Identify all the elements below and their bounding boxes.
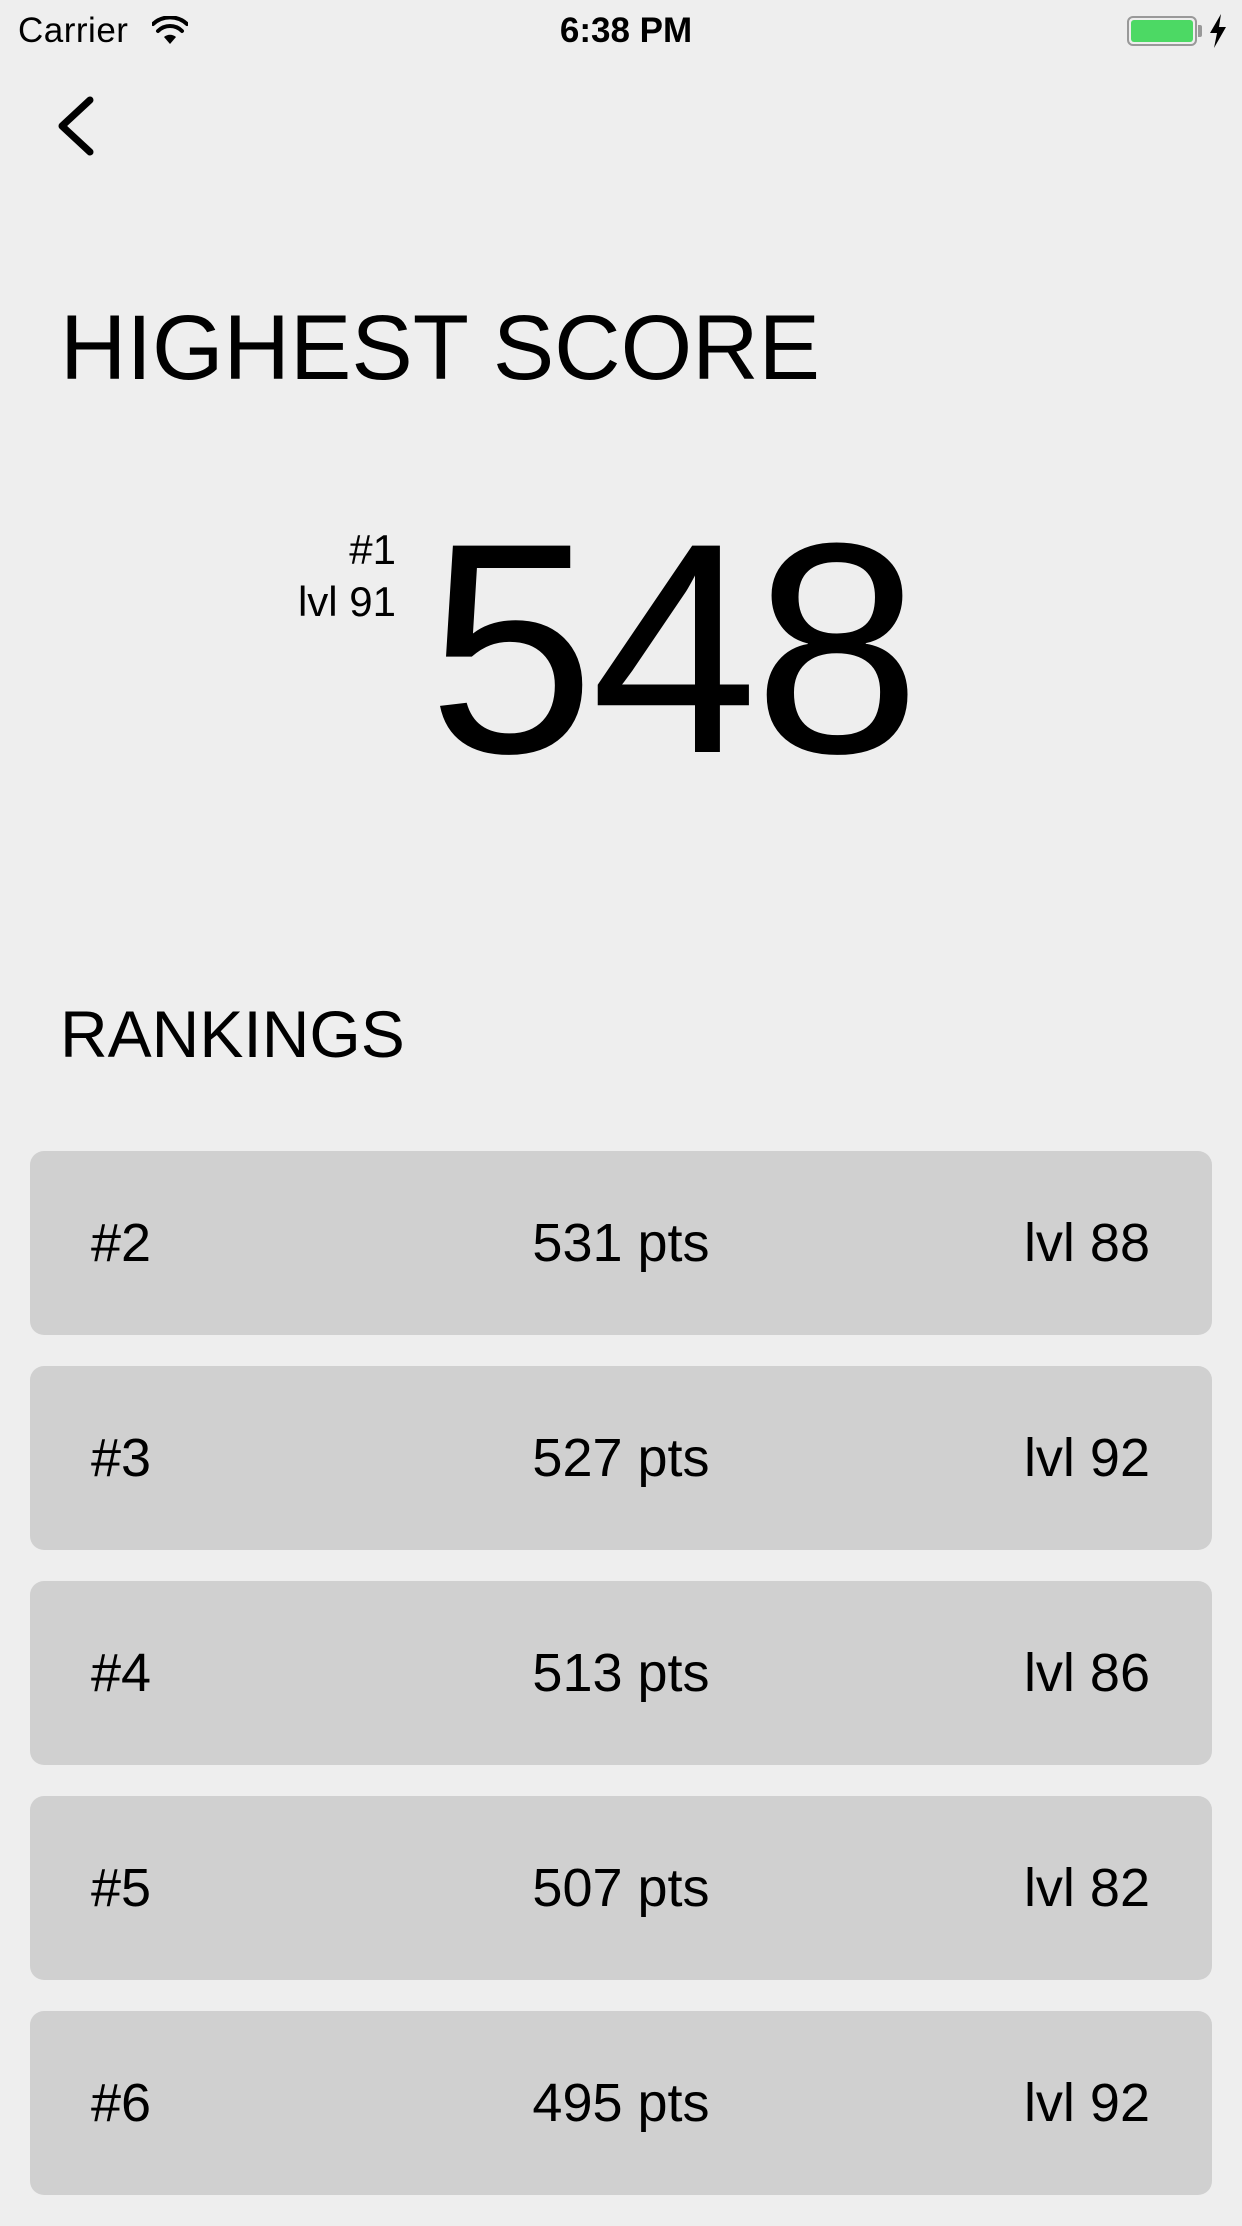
back-button[interactable] xyxy=(50,92,110,160)
top-score-level: lvl 91 xyxy=(297,578,396,625)
rankings-title: RANKINGS xyxy=(60,997,405,1071)
charging-bolt-icon xyxy=(1210,14,1226,48)
ranking-list: #2 531 pts lvl 88 #3 527 pts lvl 92 #4 5… xyxy=(30,1151,1212,2226)
ranking-level: lvl 82 xyxy=(1023,1858,1150,1918)
top-score-meta: #1 lvl 91 xyxy=(298,524,396,628)
ranking-level: lvl 88 xyxy=(1023,1213,1150,1273)
battery-level xyxy=(1131,20,1193,42)
top-score-value: 548 xyxy=(428,480,921,816)
top-score-rank: #1 xyxy=(349,526,396,573)
battery-nub xyxy=(1198,25,1202,37)
chevron-left-icon xyxy=(58,96,94,156)
battery-icon xyxy=(1127,16,1197,46)
ranking-level: lvl 86 xyxy=(1023,1643,1150,1703)
clock: 6:38 PM xyxy=(559,11,693,50)
ranking-row[interactable]: #4 513 pts lvl 86 xyxy=(30,1581,1212,1765)
ranking-level: lvl 92 xyxy=(1023,2073,1150,2133)
status-bar: Carrier 6:38 PM xyxy=(0,0,1242,60)
ranking-level: lvl 92 xyxy=(1023,1428,1150,1488)
ranking-row[interactable]: #5 507 pts lvl 82 xyxy=(30,1796,1212,1980)
ranking-row[interactable]: #6 495 pts lvl 92 xyxy=(30,2011,1212,2195)
highest-score-title: HIGHEST SCORE xyxy=(60,297,820,399)
ranking-row[interactable]: #3 527 pts lvl 92 xyxy=(30,1366,1212,1550)
ranking-row[interactable]: #2 531 pts lvl 88 xyxy=(30,1151,1212,1335)
